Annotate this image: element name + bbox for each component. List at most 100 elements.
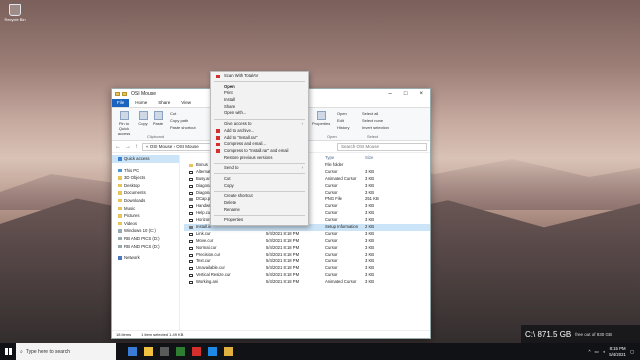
minimize-icon[interactable]: – (389, 91, 392, 97)
menu-item[interactable]: Open with... (211, 110, 308, 117)
file-type: Cursor (325, 258, 338, 264)
copy-button[interactable]: Copy (136, 111, 150, 126)
menu-item[interactable]: Create shortcut (211, 193, 308, 200)
nav-item[interactable]: RB AND PICS (D:) (112, 243, 179, 251)
tab-file[interactable]: File (112, 99, 130, 107)
notification-icon[interactable]: ▢ (630, 349, 634, 355)
nav-item[interactable]: Desktop (112, 182, 179, 190)
app-icon (216, 136, 220, 140)
nav-item[interactable]: Documents (112, 189, 179, 197)
nav-item[interactable]: 3D Objects (112, 174, 179, 182)
clock[interactable]: 8:15 PM 5/4/2021 (609, 346, 626, 357)
nav-item[interactable]: RB AND PICS (D:) (112, 235, 179, 243)
tab-view[interactable]: View (176, 99, 196, 107)
nav-item[interactable]: Music (112, 205, 179, 213)
menu-item[interactable]: Give access to › (211, 121, 308, 128)
menu-item[interactable]: Share (211, 104, 308, 111)
copy-path-button[interactable]: Copy path (170, 118, 188, 123)
file-row[interactable]: Move.cur 5/4/2021 8:18 PM Cursor 3 KB (184, 238, 430, 245)
menu-item[interactable]: Rename (211, 207, 308, 214)
select-all-button[interactable]: Select all (362, 111, 378, 116)
history-button[interactable]: History (337, 125, 349, 130)
nav-item-label: Videos (124, 220, 138, 226)
nav-item[interactable]: Quick access (112, 155, 179, 163)
select-group-label: Select (367, 134, 379, 139)
menu-item[interactable]: Scan With TotalAV (211, 73, 308, 80)
taskbar-app-icon[interactable] (176, 347, 185, 356)
cut-button[interactable]: Cut (170, 111, 176, 116)
menu-item[interactable]: Compress to "Install.rar" and email (211, 148, 308, 155)
nav-item-label: RB AND PICS (D:) (124, 235, 160, 241)
file-date: 5/4/2021 8:18 PM (266, 237, 300, 243)
search-input[interactable]: Search OSI Mouse (337, 142, 427, 151)
pin-quick-access-button[interactable]: Pin to Quick access (114, 111, 134, 136)
windows-logo-icon (4, 348, 12, 355)
menu-item[interactable]: Properties (211, 217, 308, 224)
nav-item-label: Windows 10 (C:) (124, 228, 156, 234)
desktop-recycle-bin[interactable]: Recycle Bin (4, 4, 26, 22)
back-icon[interactable]: ← (115, 144, 121, 150)
menu-item[interactable]: Add to "Install.rar" (211, 135, 308, 142)
menu-item[interactable]: Compress and email... (211, 141, 308, 148)
taskbar-app-icon[interactable] (208, 347, 217, 356)
menu-item[interactable]: Install (211, 97, 308, 104)
tab-share[interactable]: Share (153, 99, 175, 107)
file-row[interactable]: Text.cur 5/4/2021 8:18 PM Cursor 3 KB (184, 258, 430, 265)
column-size[interactable]: Size (365, 155, 373, 160)
invert-selection-button[interactable]: Invert selection (362, 125, 389, 130)
start-button[interactable] (0, 343, 16, 360)
chevron-up-icon[interactable]: ^ (589, 349, 591, 354)
menu-item[interactable]: Send to › (211, 165, 308, 172)
tab-home[interactable]: Home (130, 99, 152, 107)
nav-item[interactable]: Videos (112, 220, 179, 228)
drive-total: free out of 930 GB (575, 331, 613, 337)
forward-icon[interactable]: → (125, 144, 131, 150)
network-icon[interactable]: ▭ (595, 349, 599, 355)
file-icon (189, 198, 193, 202)
search-icon: ⌕ (20, 348, 23, 355)
file-row[interactable]: Unavailable.cur 5/4/2021 8:18 PM Cursor 3 K… (184, 265, 430, 272)
menu-separator (214, 214, 305, 216)
menu-item[interactable]: Restore previous versions (211, 155, 308, 162)
taskbar-app-icon[interactable] (144, 347, 153, 356)
menu-item-label: Add to archive... (224, 127, 255, 133)
maximize-icon[interactable]: □ (404, 91, 408, 97)
file-row[interactable]: Precision.cur 5/4/2021 8:18 PM Cursor 3 KB (184, 252, 430, 259)
nav-item[interactable]: Pictures (112, 212, 179, 220)
menu-item[interactable]: Delete (211, 200, 308, 207)
menu-separator (214, 162, 305, 164)
file-size: 3 KB (365, 189, 375, 195)
network-icon (118, 256, 122, 260)
folder-icon (118, 176, 122, 180)
properties-button[interactable]: Properties (312, 111, 330, 126)
nav-item[interactable]: This PC (112, 167, 179, 175)
taskbar-app-icon[interactable] (224, 347, 233, 356)
open-button[interactable]: Open (337, 111, 347, 116)
nav-item[interactable]: Downloads (112, 197, 179, 205)
edit-button[interactable]: Edit (337, 118, 344, 123)
taskbar-app-icon[interactable] (192, 347, 201, 356)
taskbar-search[interactable]: ⌕ Type here to search (16, 343, 116, 360)
paste-shortcut-button[interactable]: Paste shortcut (170, 125, 196, 130)
nav-item[interactable]: Network (112, 254, 179, 262)
taskbar-app-icon[interactable] (160, 347, 169, 356)
paste-button[interactable]: Paste (151, 111, 165, 126)
taskbar-app-icon[interactable] (128, 347, 137, 356)
close-icon[interactable]: × (419, 91, 423, 97)
menu-item[interactable]: Print (211, 90, 308, 97)
menu-item[interactable]: Add to archive... (211, 128, 308, 135)
file-row[interactable]: Link.cur 5/4/2021 8:18 PM Cursor 3 KB (184, 231, 430, 238)
nav-item[interactable]: Windows 10 (C:) (112, 227, 179, 235)
menu-item[interactable]: Open (211, 84, 308, 91)
volume-icon[interactable]: ◖ (603, 349, 606, 354)
column-type[interactable]: Type (325, 155, 334, 160)
menu-item[interactable]: Cut (211, 176, 308, 183)
select-none-button[interactable]: Select none (362, 118, 383, 123)
properties-icon[interactable] (122, 92, 127, 96)
file-row[interactable]: Vertical Resize.cur 5/4/2021 8:18 PM Curso… (184, 272, 430, 279)
file-row[interactable]: Working.ani 5/4/2021 8:18 PM Animated Curs… (184, 279, 430, 286)
up-icon[interactable]: ↑ (135, 144, 138, 150)
file-type: Cursor (325, 237, 338, 243)
file-row[interactable]: Normal.cur 5/4/2021 8:18 PM Cursor 3 KB (184, 245, 430, 252)
menu-item[interactable]: Copy (211, 183, 308, 190)
